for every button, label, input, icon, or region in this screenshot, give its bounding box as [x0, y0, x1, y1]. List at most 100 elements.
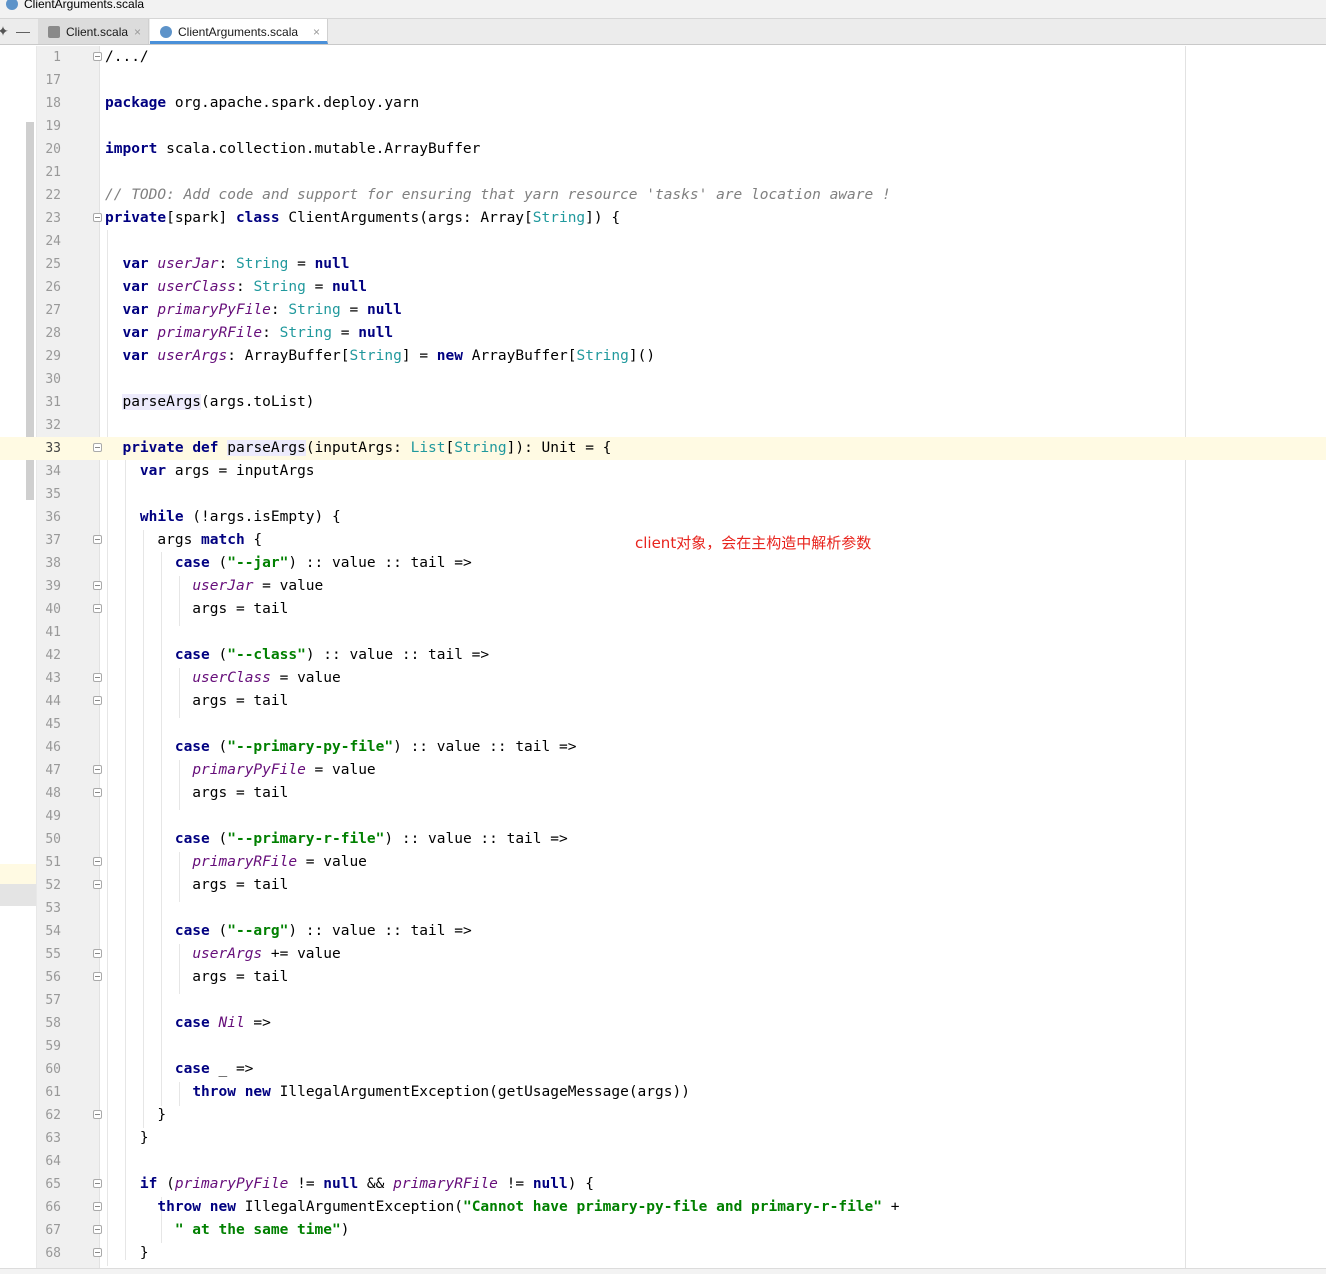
fold-icon[interactable]	[93, 857, 102, 866]
code-line[interactable]: 59	[0, 1035, 1326, 1058]
code-line[interactable]: 40 args = tail	[0, 598, 1326, 621]
fold-icon[interactable]	[93, 1225, 102, 1234]
code-line[interactable]: 17	[0, 69, 1326, 92]
code-line[interactable]: 26 var userClass: String = null	[0, 276, 1326, 299]
code-line[interactable]: 68 }	[0, 1242, 1326, 1265]
code-line[interactable]: 50 case ("--primary-r-file") :: value ::…	[0, 828, 1326, 851]
code-line[interactable]: 42 case ("--class") :: value :: tail =>	[0, 644, 1326, 667]
code-line[interactable]: 32	[0, 414, 1326, 437]
code-line[interactable]: 34 var args = inputArgs	[0, 460, 1326, 483]
fold-icon[interactable]	[93, 1202, 102, 1211]
fold-icon[interactable]	[93, 535, 102, 544]
code-line[interactable]: 57	[0, 989, 1326, 1012]
code-line[interactable]: 62 }	[0, 1104, 1326, 1127]
code-line[interactable]: 52 args = tail	[0, 874, 1326, 897]
fold-icon[interactable]	[93, 213, 102, 222]
tab-client-scala[interactable]: Client.scala ×	[38, 19, 149, 44]
code-line[interactable]: 1 /.../	[0, 46, 1326, 69]
code-line[interactable]: 49	[0, 805, 1326, 828]
fold-icon[interactable]	[93, 1179, 102, 1188]
code-token: }	[105, 1130, 149, 1146]
fold-icon[interactable]	[93, 1110, 102, 1119]
code-line[interactable]: 44 args = tail	[0, 690, 1326, 713]
code-line[interactable]: 18 package org.apache.spark.deploy.yarn	[0, 92, 1326, 115]
code-line[interactable]: 47 primaryPyFile = value	[0, 759, 1326, 782]
code-line[interactable]: 53	[0, 897, 1326, 920]
code-line[interactable]: 25 var userJar: String = null	[0, 253, 1326, 276]
code-token: "--primary-r-file"	[227, 831, 385, 847]
code-line[interactable]: 28 var primaryRFile: String = null	[0, 322, 1326, 345]
code-line[interactable]: 61 throw new IllegalArgumentException(ge…	[0, 1081, 1326, 1104]
code-line[interactable]: 33 private def parseArgs(inputArgs: List…	[0, 437, 1326, 460]
code-text: " at the same time")	[105, 1219, 350, 1242]
fold-icon[interactable]	[93, 972, 102, 981]
code-line[interactable]: 46 case ("--primary-py-file") :: value :…	[0, 736, 1326, 759]
code-line[interactable]: 55 userArgs += value	[0, 943, 1326, 966]
code-line[interactable]: 60 case _ =>	[0, 1058, 1326, 1081]
code-line[interactable]: 48 args = tail	[0, 782, 1326, 805]
code-line[interactable]: 35	[0, 483, 1326, 506]
code-line[interactable]: 51 primaryRFile = value	[0, 851, 1326, 874]
code-token: IllegalArgumentException(getUsageMessage…	[270, 1084, 690, 1100]
code-line[interactable]: 30	[0, 368, 1326, 391]
fold-icon[interactable]	[93, 949, 102, 958]
annotation-note: client对象，会在主构造中解析参数	[635, 534, 872, 552]
code-text: parseArgs(args.toList)	[105, 391, 315, 414]
code-line[interactable]: 22 // TODO: Add code and support for ensu…	[0, 184, 1326, 207]
close-icon[interactable]: ×	[313, 19, 320, 45]
fold-icon[interactable]	[93, 1248, 102, 1257]
line-number: 35	[45, 487, 61, 502]
code-line[interactable]: 21	[0, 161, 1326, 184]
code-line[interactable]: 56 args = tail	[0, 966, 1326, 989]
code-token: Nil	[218, 1015, 245, 1031]
fold-icon[interactable]	[93, 788, 102, 797]
code-line[interactable]: 66 throw new IllegalArgumentException("C…	[0, 1196, 1326, 1219]
line-number: 39	[45, 579, 61, 594]
fold-icon[interactable]	[93, 581, 102, 590]
code-line[interactable]: 41	[0, 621, 1326, 644]
code-line[interactable]: 39 userJar = value	[0, 575, 1326, 598]
window-title: ClientArguments.scala	[24, 0, 145, 11]
code-line[interactable]: 43 userClass = value	[0, 667, 1326, 690]
code-line[interactable]: 64	[0, 1150, 1326, 1173]
code-line[interactable]: 63 }	[0, 1127, 1326, 1150]
code-line[interactable]: 67 " at the same time")	[0, 1219, 1326, 1242]
fold-icon[interactable]	[93, 443, 102, 452]
fold-icon[interactable]	[93, 880, 102, 889]
code-token: )	[340, 1222, 350, 1238]
fold-icon[interactable]	[93, 52, 102, 61]
code-line[interactable]: 31 parseArgs(args.toList)	[0, 391, 1326, 414]
line-number: 17	[45, 73, 61, 88]
code-line[interactable]: 36 while (!args.isEmpty) {	[0, 506, 1326, 529]
code-line[interactable]: 20 import scala.collection.mutable.ArrayB…	[0, 138, 1326, 161]
line-number: 34	[45, 464, 61, 479]
code-line[interactable]: 23 private[spark] class ClientArguments(a…	[0, 207, 1326, 230]
code-text: args = tail	[105, 874, 288, 897]
code-token: String	[576, 348, 629, 364]
pin-icon[interactable]: ✦	[0, 23, 10, 39]
code-line[interactable]: 45	[0, 713, 1326, 736]
line-number: 37	[45, 533, 61, 548]
code-line[interactable]: 29 var userArgs: ArrayBuffer[String] = n…	[0, 345, 1326, 368]
minimize-icon[interactable]: —	[16, 23, 30, 39]
code-line[interactable]: 54 case ("--arg") :: value :: tail =>	[0, 920, 1326, 943]
fold-icon[interactable]	[93, 673, 102, 682]
fold-icon[interactable]	[93, 765, 102, 774]
fold-icon[interactable]	[93, 604, 102, 613]
line-number: 55	[45, 947, 61, 962]
code-line[interactable]: 65 if (primaryPyFile != null && primaryR…	[0, 1173, 1326, 1196]
code-line[interactable]: 27 var primaryPyFile: String = null	[0, 299, 1326, 322]
code-text: var primaryPyFile: String = null	[105, 299, 401, 322]
fold-icon[interactable]	[93, 696, 102, 705]
code-token: var	[139, 463, 167, 479]
code-line[interactable]: 19	[0, 115, 1326, 138]
code-line[interactable]: 58 case Nil =>	[0, 1012, 1326, 1035]
tab-clientarguments-scala[interactable]: ClientArguments.scala ×	[150, 19, 328, 44]
code-line[interactable]: 24	[0, 230, 1326, 253]
close-icon[interactable]: ×	[134, 19, 141, 45]
code-line[interactable]: 38 case ("--jar") :: value :: tail =>	[0, 552, 1326, 575]
line-number: 32	[45, 418, 61, 433]
